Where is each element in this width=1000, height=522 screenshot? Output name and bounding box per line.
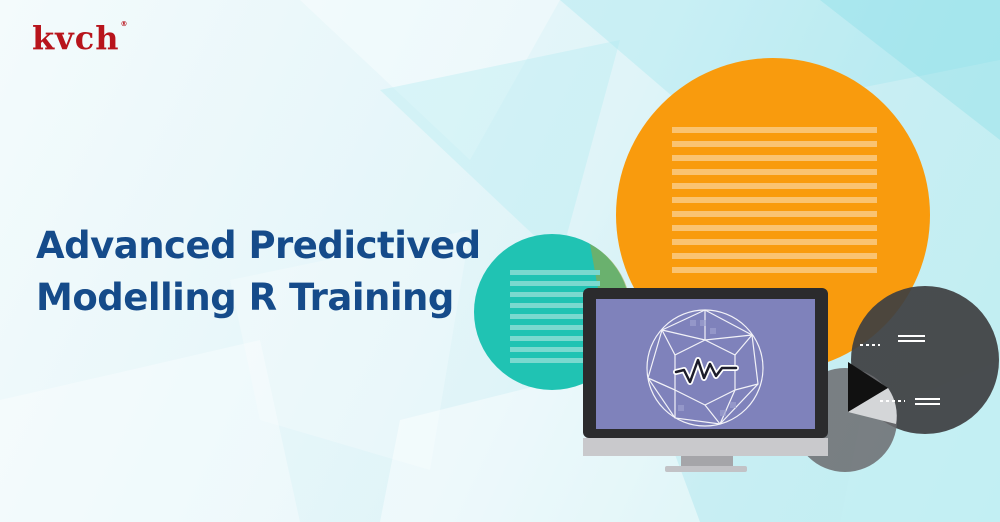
course-banner: kvch ® Advanced Predictived Modelling R … [0, 0, 1000, 522]
analytics-illustration [474, 58, 999, 472]
monitor-icon [583, 288, 828, 472]
